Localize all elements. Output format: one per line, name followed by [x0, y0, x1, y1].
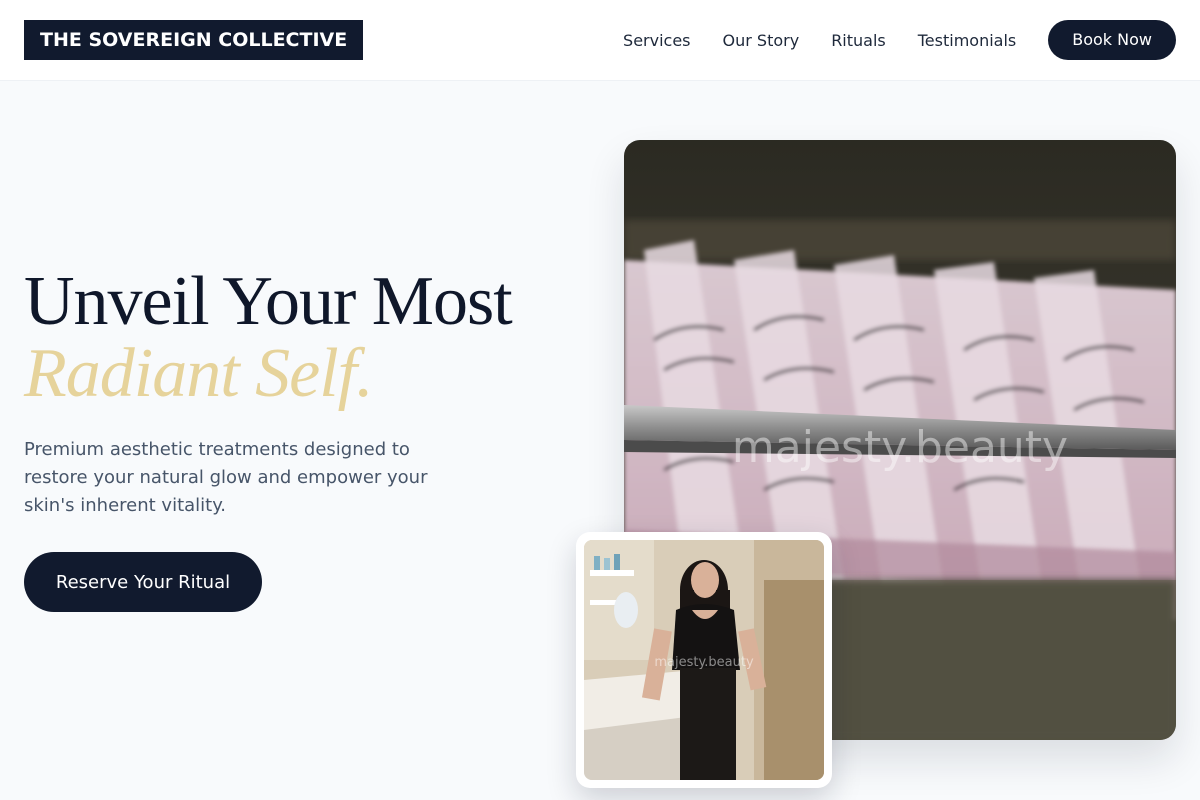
hero-subtitle: Premium aesthetic treatments designed to…	[24, 439, 428, 516]
esthetician-photo: majesty.beauty	[584, 540, 824, 780]
hero-title-line1: Unveil Your Most	[24, 263, 513, 340]
book-now-button[interactable]: Book Now	[1048, 20, 1176, 60]
nav-testimonials[interactable]: Testimonials	[918, 31, 1017, 50]
hero-title: Unveil Your Most Radiant Self.	[24, 266, 584, 410]
esthetician-photo-card: majesty.beauty	[576, 532, 832, 788]
site-header: THE SOVEREIGN COLLECTIVE Services Our St…	[0, 0, 1200, 81]
nav-our-story[interactable]: Our Story	[723, 31, 800, 50]
hero-title-line2: Radiant Self.	[24, 335, 374, 412]
main-nav: Services Our Story Rituals Testimonials …	[623, 20, 1176, 60]
esthetician-illustration: majesty.beauty	[584, 540, 824, 780]
main-photo-watermark: majesty.beauty	[732, 422, 1068, 473]
nav-rituals[interactable]: Rituals	[831, 31, 886, 50]
inset-photo-watermark: majesty.beauty	[654, 655, 754, 670]
nav-services[interactable]: Services	[623, 31, 690, 50]
brand-logo[interactable]: THE SOVEREIGN COLLECTIVE	[24, 20, 364, 60]
reserve-ritual-button[interactable]: Reserve Your Ritual	[24, 552, 262, 612]
